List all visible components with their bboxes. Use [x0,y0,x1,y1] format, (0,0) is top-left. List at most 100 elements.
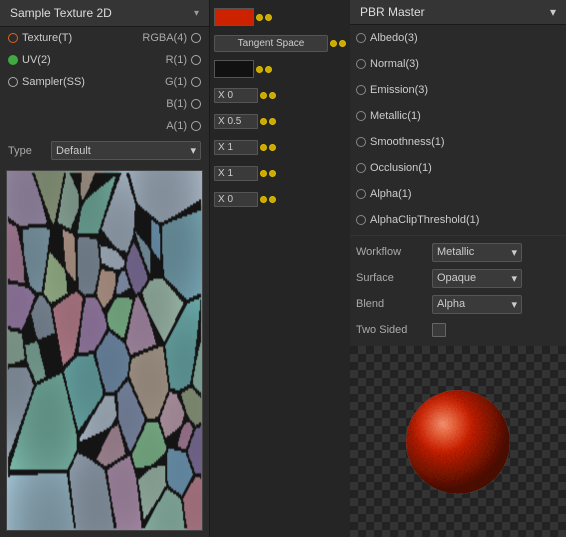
alpha-input[interactable] [214,166,258,181]
right-panel-header[interactable]: PBR Master ▾ [350,0,566,25]
alphaclip-input[interactable] [214,192,258,207]
b-node-row: B(1) [0,93,209,115]
tangent-dot-2 [339,40,346,47]
blend-dropdown[interactable]: Alpha ▾ [432,295,522,314]
surface-value: Opaque [437,272,476,284]
type-dropdown-arrow: ▾ [190,144,196,157]
metallic-socket [356,111,366,121]
texture-dot-right [191,33,201,43]
workflow-arrow: ▾ [511,246,517,259]
alpha-socket [356,189,366,199]
tangent-button[interactable]: Tangent Space [214,35,328,52]
uv-node-row: UV(2) R(1) [0,49,209,71]
normal-socket [356,59,366,69]
occlusion-dot-2 [269,144,276,151]
metallic-dot-1 [260,92,267,99]
middle-panel: Tangent Space [210,0,350,537]
left-panel: Sample Texture 2D ▾ Texture(T) RGBA(4) U… [0,0,210,537]
tangent-row: Tangent Space [210,30,350,56]
uv-dot-right [191,55,201,65]
smoothness-socket-label: Smoothness(1) [370,136,445,148]
alphaclip-dot-2 [269,196,276,203]
alphaclip-row [210,186,350,212]
normal-socket-row: Normal(3) [350,51,566,77]
texture-right-label: RGBA(4) [142,32,187,44]
b-label: B(1) [166,98,187,110]
tangent-dot-1 [330,40,337,47]
occlusion-socket-row: Occlusion(1) [350,155,566,181]
workflow-value: Metallic [437,246,474,258]
workflow-row: Workflow Metallic ▾ [356,240,560,264]
alphaclip-dot-1 [260,196,267,203]
albedo-dot-1 [256,14,263,21]
occlusion-socket [356,163,366,173]
albedo-swatch[interactable] [214,8,254,26]
emission-swatch[interactable] [214,60,254,78]
two-sided-row: Two Sided [356,318,560,342]
albedo-row [210,4,350,30]
a-dot-right [191,121,201,131]
panel-title: Sample Texture 2D [10,6,112,20]
panel-header[interactable]: Sample Texture 2D ▾ [0,0,209,27]
smoothness-socket-row: Smoothness(1) [350,129,566,155]
type-row: Type Default ▾ [0,137,209,164]
uv-right-label: R(1) [166,54,187,66]
surface-dropdown[interactable]: Opaque ▾ [432,269,522,288]
albedo-socket-label: Albedo(3) [370,32,418,44]
emission-socket-label: Emission(3) [370,84,428,96]
alpha-socket-row: Alpha(1) [350,181,566,207]
texture-label: Texture(T) [22,32,72,44]
type-label: Type [8,145,43,157]
emission-dot-2 [265,66,272,73]
surface-label: Surface [356,272,426,284]
texture-preview [6,170,203,531]
metallic-socket-label: Metallic(1) [370,110,421,122]
alphaclip-socket-label: AlphaClipThreshold(1) [370,214,479,226]
emission-socket [356,85,366,95]
sampler-label: Sampler(SS) [22,76,85,88]
smoothness-row [210,108,350,134]
a-label: A(1) [166,120,187,132]
albedo-dot-2 [265,14,272,21]
two-sided-label: Two Sided [356,324,426,336]
a-node-row: A(1) [0,115,209,137]
blend-row: Blend Alpha ▾ [356,292,560,316]
occlusion-socket-label: Occlusion(1) [370,162,432,174]
albedo-socket [356,33,366,43]
sphere-preview [350,346,566,537]
properties-section: Workflow Metallic ▾ Surface Opaque ▾ Ble… [350,235,566,346]
emission-dot-1 [256,66,263,73]
surface-row: Surface Opaque ▾ [356,266,560,290]
sampler-node-row: Sampler(SS) G(1) [0,71,209,93]
workflow-label: Workflow [356,246,426,258]
smoothness-dot-1 [260,118,267,125]
texture-node-row: Texture(T) RGBA(4) [0,27,209,49]
workflow-dropdown[interactable]: Metallic ▾ [432,243,522,262]
blend-arrow: ▾ [511,298,517,311]
metallic-row [210,82,350,108]
emission-socket-row: Emission(3) [350,77,566,103]
emission-row [210,56,350,82]
metallic-dot-2 [269,92,276,99]
occlusion-input[interactable] [214,140,258,155]
right-panel-title: PBR Master [360,5,425,19]
uv-label: UV(2) [22,54,51,66]
blend-label: Blend [356,298,426,310]
alphaclip-socket [356,215,366,225]
alphaclip-socket-row: AlphaClipThreshold(1) [350,207,566,233]
texture-canvas [7,171,202,530]
two-sided-checkbox[interactable] [432,323,446,337]
b-dot-right [191,99,201,109]
smoothness-input[interactable] [214,114,258,129]
sampler-g-label: G(1) [165,76,187,88]
sampler-dot-right [191,77,201,87]
alpha-dot-2 [269,170,276,177]
metallic-input[interactable] [214,88,258,103]
smoothness-dot-2 [269,118,276,125]
alpha-row [210,160,350,186]
occlusion-row [210,134,350,160]
sphere-svg [398,382,518,502]
right-panel: PBR Master ▾ Albedo(3) Normal(3) Emissio… [350,0,566,537]
type-dropdown[interactable]: Default ▾ [51,141,201,160]
alpha-dot-1 [260,170,267,177]
